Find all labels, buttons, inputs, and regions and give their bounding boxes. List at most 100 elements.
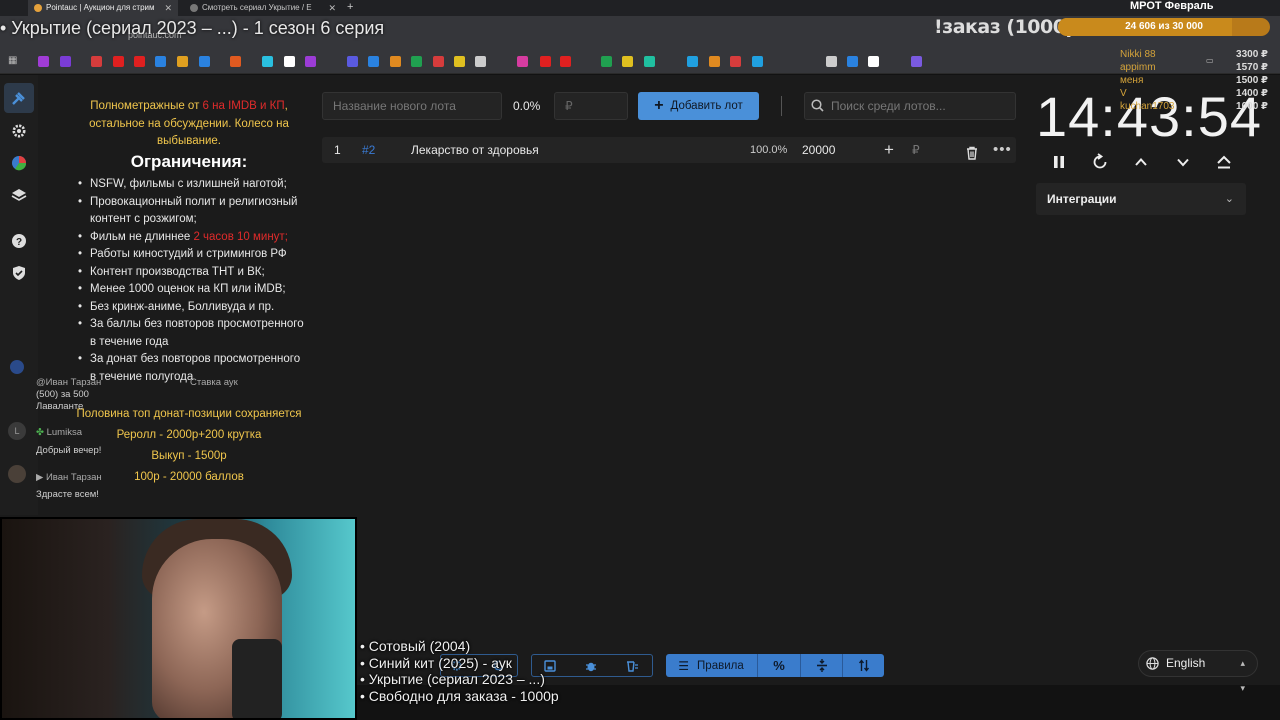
- bookmark-icon[interactable]: [284, 56, 295, 67]
- queue-item: • Сотовый (2004): [360, 638, 471, 654]
- sort-button[interactable]: [843, 654, 884, 677]
- more-options-icon[interactable]: •••: [993, 137, 1012, 163]
- rules-note: 100р - 20000 баллов: [134, 471, 244, 483]
- rules-list-icon: ☰: [678, 658, 690, 673]
- donor-amount: 1000 ₽: [1236, 101, 1268, 112]
- add-lot-button[interactable]: + Добавить лот: [638, 92, 759, 120]
- bookmark-icon[interactable]: [390, 56, 401, 67]
- max-duration: 2 часов 10 минут;: [193, 230, 288, 243]
- apps-grid-icon[interactable]: ▦: [8, 55, 17, 66]
- new-tab-icon[interactable]: +: [347, 1, 353, 13]
- sort-icon: [858, 659, 869, 672]
- pause-button[interactable]: [1048, 151, 1070, 173]
- bookmark-icon[interactable]: [177, 56, 188, 67]
- pointauc-favicon-icon: [34, 4, 42, 12]
- donor-name: V: [1120, 88, 1127, 99]
- compact-view-button[interactable]: [801, 654, 842, 677]
- donor-amount: 3300 ₽: [1236, 49, 1268, 60]
- rules-button[interactable]: ☰ Правила: [666, 654, 756, 677]
- bookmark-icon[interactable]: [230, 56, 241, 67]
- lot-row[interactable]: 1 #2 Лекарство от здоровья 100.0% 20000 …: [322, 137, 1016, 163]
- side-nav: ?: [0, 75, 38, 515]
- restart-icon: [1093, 153, 1107, 169]
- restriction-item: Работы киностудий и стримингов РФ: [78, 246, 306, 264]
- lot-name-input[interactable]: Название нового лота: [322, 92, 502, 120]
- bookmark-icon[interactable]: [475, 56, 486, 67]
- nav-layers-button[interactable]: [9, 185, 29, 205]
- lot-currency[interactable]: ₽: [912, 137, 920, 163]
- percent-mode-button[interactable]: %: [758, 654, 800, 677]
- plus-icon: +: [654, 97, 664, 114]
- bookmark-icon[interactable]: [155, 56, 166, 67]
- browser-tab-series[interactable]: Смотреть сериал Укрытие / E ✕: [184, 0, 342, 16]
- rating-threshold: 6 на IMDB и КП: [202, 100, 285, 112]
- lot-name[interactable]: Лекарство от здоровья: [411, 137, 539, 163]
- bookmark-icon[interactable]: [305, 56, 316, 67]
- lot-id[interactable]: #2: [362, 137, 375, 163]
- bookmark-icon[interactable]: [540, 56, 551, 67]
- bookmark-icon[interactable]: [622, 56, 633, 67]
- bookmark-icon[interactable]: [560, 56, 571, 67]
- nav-help-button[interactable]: ?: [9, 231, 29, 251]
- close-tab-icon[interactable]: ✕: [328, 0, 336, 16]
- timer-decrease-button[interactable]: [1172, 151, 1194, 173]
- bookmark-icon[interactable]: [38, 56, 49, 67]
- nav-security-button[interactable]: [9, 263, 29, 283]
- integrations-dropdown[interactable]: Интеграции ⌄: [1036, 183, 1246, 215]
- add-to-lot-icon[interactable]: +: [884, 137, 894, 163]
- chat-message: Ставка аук: [190, 377, 238, 388]
- play-icon: ▶: [36, 472, 44, 483]
- rules-note: Половина топ донат-позиции сохраняется: [76, 408, 302, 420]
- compress-icon: [816, 659, 827, 672]
- chat-username: @Иван Тарзан: [36, 377, 102, 388]
- layers-icon: [11, 189, 27, 201]
- queue-item: • Синий кит (2025) - аук: [360, 654, 512, 671]
- timer-max-button[interactable]: [1213, 151, 1235, 173]
- bookmark-icon[interactable]: [709, 56, 720, 67]
- donor-amount: 1500 ₽: [1236, 75, 1268, 86]
- bookmark-icon[interactable]: [262, 56, 273, 67]
- bookmark-icon[interactable]: [433, 56, 444, 67]
- bookmark-icon[interactable]: [113, 56, 124, 67]
- close-tab-icon[interactable]: ✕: [164, 0, 172, 16]
- nav-settings-button[interactable]: [9, 121, 29, 141]
- lot-index: 1: [334, 143, 341, 157]
- gavel-icon: [12, 92, 25, 105]
- queue-item: • Свободно для заказа - 1000р: [360, 687, 559, 704]
- donor-name: Nikki 88: [1120, 49, 1156, 60]
- debug-button[interactable]: [579, 654, 603, 677]
- bookmark-icon[interactable]: [911, 56, 922, 67]
- clear-lots-button[interactable]: [620, 654, 644, 677]
- bookmark-icon[interactable]: [868, 56, 879, 67]
- bookmark-icon[interactable]: [517, 56, 528, 67]
- bookmark-icon[interactable]: [454, 56, 465, 67]
- bookmark-icon[interactable]: [826, 56, 837, 67]
- bookmark-icon[interactable]: [601, 56, 612, 67]
- bookmark-icon[interactable]: [687, 56, 698, 67]
- chat-avatar: [10, 360, 24, 377]
- restriction-item: NSFW, фильмы с излишней наготой;: [78, 176, 306, 194]
- bookmark-icon[interactable]: [199, 56, 210, 67]
- bookmark-icon[interactable]: [730, 56, 741, 67]
- bookmark-icon[interactable]: [134, 56, 145, 67]
- nav-wheel-button[interactable]: [9, 153, 29, 173]
- bookmark-icon[interactable]: [847, 56, 858, 67]
- bookmark-icon[interactable]: [60, 56, 71, 67]
- delete-lot-button[interactable]: [965, 143, 979, 169]
- divider: [781, 96, 782, 116]
- lot-percent: 100.0%: [750, 144, 788, 156]
- nav-auction-button[interactable]: [4, 83, 34, 113]
- lot-amount-input[interactable]: ₽: [554, 92, 628, 120]
- timer-increase-button[interactable]: [1130, 151, 1152, 173]
- bookmark-icon[interactable]: [347, 56, 358, 67]
- bookmark-icon[interactable]: [368, 56, 379, 67]
- reset-timer-button[interactable]: [1089, 151, 1111, 173]
- bookmark-icon[interactable]: [644, 56, 655, 67]
- bookmark-icon[interactable]: [91, 56, 102, 67]
- trash-icon: [967, 146, 977, 160]
- browser-tab-pointauc[interactable]: Pointauc | Аукцион для стрим ✕: [28, 0, 178, 16]
- lot-amount[interactable]: 20000: [802, 137, 835, 163]
- lot-search-input[interactable]: Поиск среди лотов...: [804, 92, 1016, 120]
- bookmark-icon[interactable]: [411, 56, 422, 67]
- bookmark-icon[interactable]: [752, 56, 763, 67]
